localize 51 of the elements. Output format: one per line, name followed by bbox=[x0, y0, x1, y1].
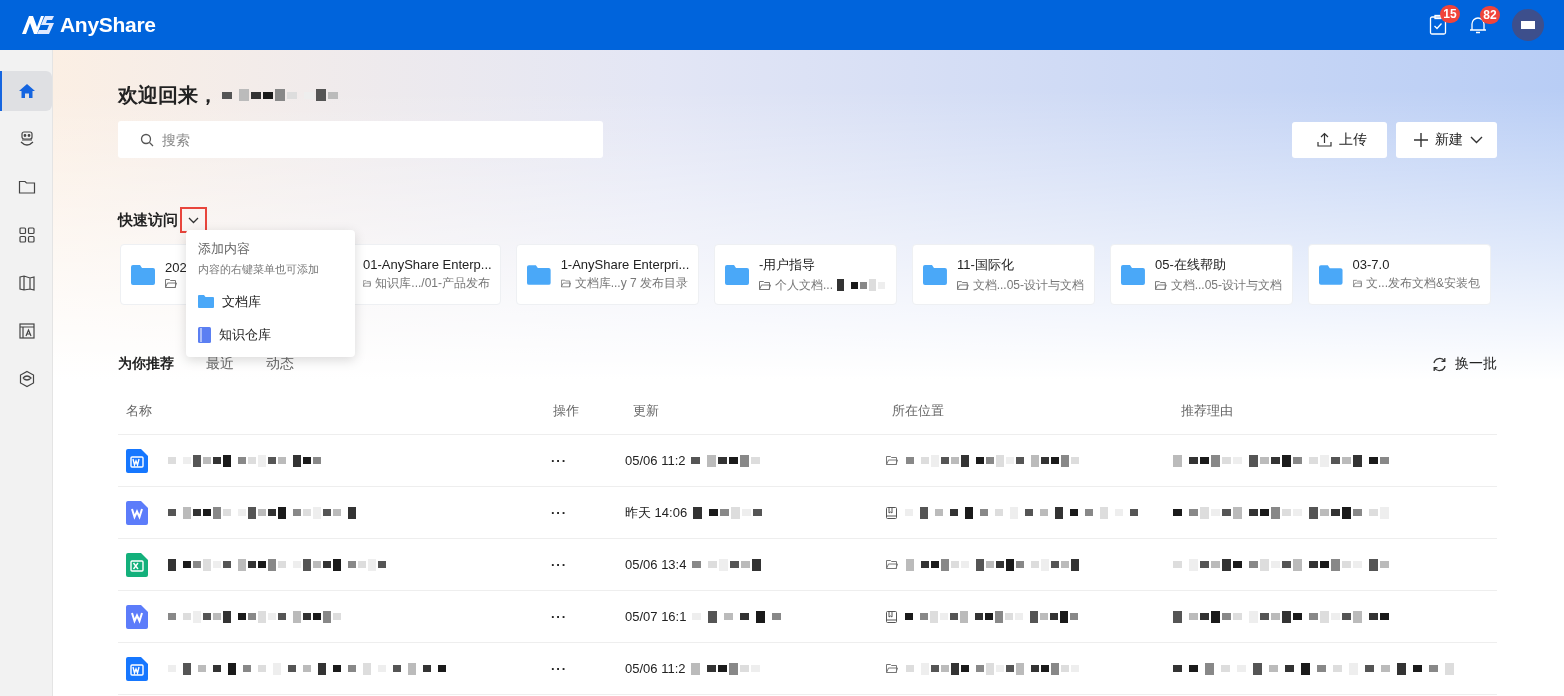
count-badge: 15 bbox=[1440, 5, 1460, 23]
quick-access-card[interactable]: 11-国际化 文档...05-设计与文档 bbox=[912, 244, 1095, 305]
section-tab[interactable]: 为你推荐 bbox=[118, 351, 174, 377]
card-path: 文档库...y 7 发布目录 bbox=[574, 275, 688, 292]
card-title: 03-7.0 bbox=[1352, 257, 1391, 272]
table-row[interactable]: ··· 05/07 16:1 bbox=[118, 591, 1497, 643]
card-path: 文...发布文档&安装包 bbox=[1366, 275, 1480, 292]
card-path: 文档...05-设计与文档 bbox=[1170, 276, 1282, 294]
more-actions-button[interactable]: ··· bbox=[545, 661, 567, 676]
search-field[interactable]: 搜索 bbox=[118, 121, 603, 158]
menu-item[interactable]: 知识仓库 bbox=[186, 318, 355, 351]
menu-title: 添加内容 bbox=[197, 240, 251, 258]
quick-access-card[interactable]: 03-7.0 文...发布文档&安装包 bbox=[1308, 244, 1491, 305]
updated-time: 05/06 11:2 bbox=[625, 661, 686, 676]
card-title: 01-AnyShare Enterp... bbox=[363, 257, 490, 272]
more-actions-button[interactable]: ··· bbox=[545, 505, 567, 520]
updated-time: 05/06 11:2 bbox=[625, 453, 686, 468]
refresh-button[interactable]: 换一批 bbox=[1432, 355, 1497, 373]
new-button[interactable]: 新建 bbox=[1396, 121, 1497, 158]
card-title: -用户指导 bbox=[759, 255, 817, 274]
app-logo-text: AnyShare bbox=[60, 13, 156, 37]
updated-time: 05/06 13:4 bbox=[625, 557, 687, 572]
column-header: 名称 bbox=[125, 402, 153, 420]
section-title: 快速访问 bbox=[118, 210, 178, 230]
more-actions-button[interactable]: ··· bbox=[545, 609, 567, 624]
card-title: 1-AnyShare Enterpri... bbox=[560, 257, 688, 272]
column-header: 所在位置 bbox=[891, 402, 945, 420]
quick-access-card[interactable]: 1-AnyShare Enterpri... 文档库...y 7 发布目录 bbox=[516, 244, 699, 305]
updated-time: 05/07 16:1 bbox=[625, 609, 687, 624]
count-badge: 82 bbox=[1480, 6, 1500, 24]
quick-access-card[interactable]: 05-在线帮助 文档...05-设计与文档 bbox=[1110, 244, 1293, 305]
card-path: 文档...05-设计与文档 bbox=[972, 276, 1084, 294]
table-row[interactable]: ··· 05/06 13:4 bbox=[118, 539, 1497, 591]
greeting-text: 欢迎回来， bbox=[118, 82, 218, 108]
card-title: 202 bbox=[165, 260, 187, 275]
quick-access-card[interactable]: -用户指导 个人文档... bbox=[714, 244, 897, 305]
more-actions-button[interactable]: ··· bbox=[545, 453, 567, 468]
more-actions-button[interactable]: ··· bbox=[545, 557, 567, 572]
table-row[interactable]: ··· 昨天 14:06 bbox=[118, 487, 1497, 539]
column-header: 操作 bbox=[552, 402, 580, 420]
menu-hint: 内容的右键菜单也可添加 bbox=[197, 262, 320, 277]
table-row[interactable]: ··· 05/06 11:2 bbox=[118, 435, 1497, 487]
card-title: 05-在线帮助 bbox=[1154, 255, 1227, 274]
upload-button[interactable]: 上传 bbox=[1292, 121, 1387, 158]
column-header: 更新 bbox=[632, 402, 660, 420]
card-title: 11-国际化 bbox=[956, 255, 1015, 274]
updated-time: 昨天 14:06 bbox=[625, 503, 688, 522]
card-path: 知识库.../01-产品发布 bbox=[375, 275, 490, 292]
table-row[interactable]: ··· 05/06 11:2 bbox=[118, 643, 1497, 695]
card-path: 个人文档... bbox=[775, 276, 833, 294]
column-header: 推荐理由 bbox=[1180, 402, 1234, 420]
